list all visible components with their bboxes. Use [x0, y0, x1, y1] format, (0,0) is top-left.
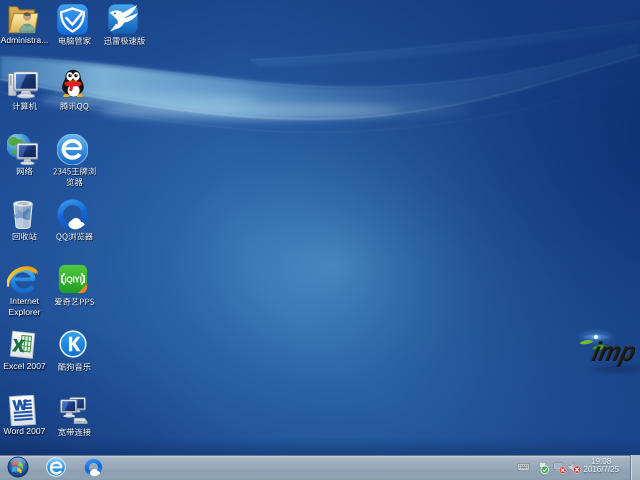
svg-text:imp: imp [589, 337, 639, 366]
svg-text:iQIYI: iQIYI [64, 276, 81, 285]
